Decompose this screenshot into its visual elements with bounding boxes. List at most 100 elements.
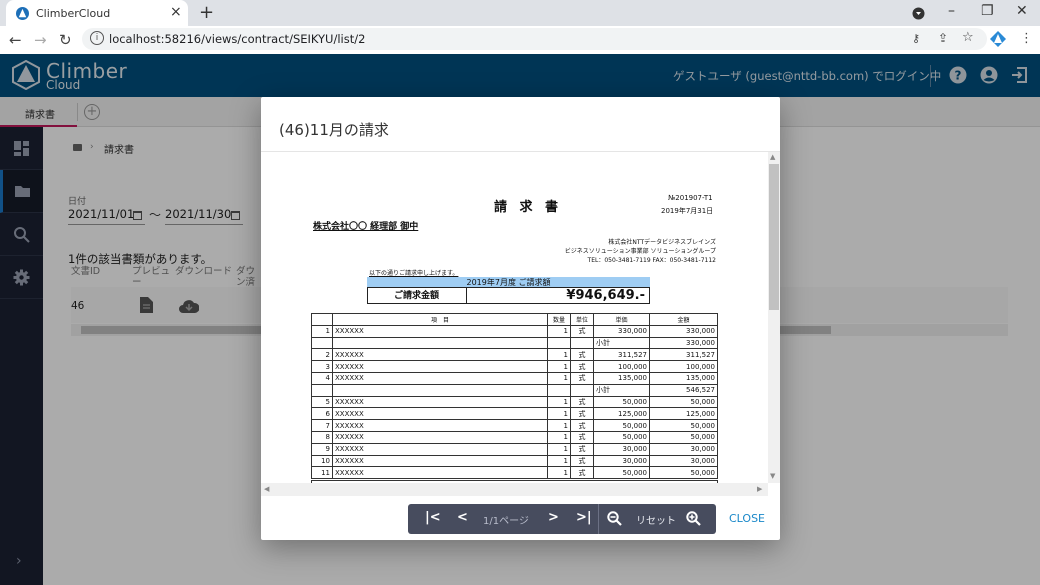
- item-price: 125,000: [593, 407, 650, 421]
- col-item: 項 目: [332, 313, 548, 326]
- toolbar-divider: [598, 504, 599, 534]
- item-unit: 式: [570, 324, 594, 338]
- close-dialog-button[interactable]: CLOSE: [729, 512, 765, 525]
- scroll-down-icon[interactable]: ▼: [770, 472, 775, 480]
- item-unit: 式: [570, 360, 594, 373]
- item-qty: 1: [547, 419, 571, 432]
- item-row: 4 XXXXXX 1 式 135,000 135,000: [311, 371, 718, 385]
- first-page-button[interactable]: |<: [425, 510, 441, 525]
- item-amount: 100,000: [649, 360, 718, 373]
- scroll-right-icon[interactable]: ▶: [757, 485, 762, 493]
- back-icon[interactable]: ←: [9, 31, 22, 49]
- site-info-icon[interactable]: i: [90, 31, 104, 45]
- item-no: 3: [311, 360, 333, 373]
- close-window-button[interactable]: ✕: [1016, 3, 1028, 19]
- invoice-title: 請 求 書: [494, 200, 563, 215]
- item-name: XXXXXX: [332, 466, 548, 480]
- zoom-reset-button[interactable]: リセット: [636, 512, 676, 527]
- amount-value: ¥946,649.-: [566, 288, 645, 303]
- url-field[interactable]: i localhost:58216/views/contract/SEIKYU/…: [82, 28, 987, 50]
- item-qty: 1: [547, 466, 571, 480]
- item-amount: 50,000: [649, 430, 718, 444]
- scroll-up-icon[interactable]: ▲: [770, 153, 775, 161]
- item-row: 1 XXXXXX 1 式 330,000 330,000: [311, 324, 718, 338]
- viewer-horizontal-scrollbar[interactable]: [261, 483, 768, 496]
- item-name: XXXXXX: [332, 324, 548, 338]
- item-unit: 式: [570, 348, 594, 362]
- item-price: 50,000: [593, 395, 650, 409]
- page-indicator: 1/1ページ: [483, 516, 529, 527]
- tab-close-icon[interactable]: ×: [170, 4, 182, 20]
- item-no: 4: [311, 371, 333, 385]
- forward-icon[interactable]: →: [34, 31, 47, 49]
- item-price: 311,527: [593, 348, 650, 362]
- item-amount: 311,527: [649, 348, 718, 362]
- item-unit: 式: [570, 395, 594, 409]
- item-unit: 式: [570, 430, 594, 444]
- col-amount: 金額: [649, 313, 718, 326]
- item-price: 小計: [593, 336, 650, 350]
- profile-dropdown-icon[interactable]: [912, 7, 925, 20]
- browser-menu-icon[interactable]: ⋮: [1020, 31, 1033, 46]
- item-qty: 1: [547, 407, 571, 421]
- item-unit: 式: [570, 407, 594, 421]
- url-text[interactable]: localhost:58216/views/contract/SEIKYU/li…: [109, 32, 365, 46]
- item-unit: [570, 336, 594, 350]
- col-qty: 数量: [547, 313, 571, 326]
- item-qty: 1: [547, 360, 571, 373]
- item-name: XXXXXX: [332, 454, 548, 468]
- item-name: XXXXXX: [332, 430, 548, 444]
- dialog-title: (46)11月の請求: [279, 121, 389, 139]
- item-name: XXXXXX: [332, 360, 548, 373]
- minimize-button[interactable]: –: [948, 3, 955, 19]
- item-row: 11 XXXXXX 1 式 50,000 50,000: [311, 466, 718, 480]
- item-no: [311, 383, 333, 397]
- share-icon[interactable]: ⇪: [938, 31, 948, 45]
- item-unit: 式: [570, 371, 594, 385]
- item-no: [311, 336, 333, 350]
- viewer-scroll-thumb[interactable]: [769, 164, 779, 310]
- key-icon[interactable]: ⚷: [912, 32, 920, 45]
- last-page-button[interactable]: >|: [576, 510, 592, 525]
- item-amount: 50,000: [649, 466, 718, 480]
- climbercloud-favicon: [16, 7, 29, 20]
- item-name: XXXXXX: [332, 442, 548, 456]
- reload-icon[interactable]: ↻: [59, 31, 72, 49]
- col-no: [311, 313, 333, 326]
- item-row: 6 XXXXXX 1 式 125,000 125,000: [311, 407, 718, 421]
- amount-header: 2019年7月度 ご請求額: [367, 277, 650, 288]
- invoice-number: №201907-T1: [668, 194, 713, 202]
- item-amount: 330,000: [649, 336, 718, 350]
- item-price: 小計: [593, 383, 650, 397]
- bookmark-star-icon[interactable]: ☆: [962, 30, 974, 45]
- new-tab-button[interactable]: +: [199, 2, 214, 23]
- item-qty: 1: [547, 371, 571, 385]
- item-amount: 330,000: [649, 324, 718, 338]
- item-row: 5 XXXXXX 1 式 50,000 50,000: [311, 395, 718, 409]
- zoom-out-icon[interactable]: [607, 511, 622, 526]
- item-unit: [570, 383, 594, 397]
- sender-company: 株式会社NTTデータビジネスブレインズ: [608, 239, 716, 246]
- item-price: 330,000: [593, 324, 650, 338]
- item-row: 2 XXXXXX 1 式 311,527 311,527: [311, 348, 718, 362]
- item-price: 30,000: [593, 454, 650, 468]
- scroll-left-icon[interactable]: ◀: [264, 485, 269, 493]
- item-amount: 135,000: [649, 371, 718, 385]
- zoom-in-icon[interactable]: [686, 511, 701, 526]
- item-row: 3 XXXXXX 1 式 100,000 100,000: [311, 360, 718, 373]
- restore-button[interactable]: ❐: [981, 3, 994, 19]
- item-amount: 50,000: [649, 395, 718, 409]
- item-row: 9 XXXXXX 1 式 30,000 30,000: [311, 442, 718, 456]
- item-price: 30,000: [593, 442, 650, 456]
- item-unit: 式: [570, 419, 594, 432]
- extension-icon[interactable]: [990, 31, 1006, 47]
- col-unit: 単位: [570, 313, 594, 326]
- item-name: XXXXXX: [332, 348, 548, 362]
- item-no: 9: [311, 442, 333, 456]
- prev-page-button[interactable]: <: [457, 510, 468, 525]
- item-name: XXXXXX: [332, 395, 548, 409]
- sender-contact: TEL：050-3481-7119 FAX：050-3481-7112: [587, 257, 716, 264]
- next-page-button[interactable]: >: [548, 510, 559, 525]
- item-price: 50,000: [593, 430, 650, 444]
- browser-tab[interactable]: ClimberCloud ×: [6, 0, 188, 27]
